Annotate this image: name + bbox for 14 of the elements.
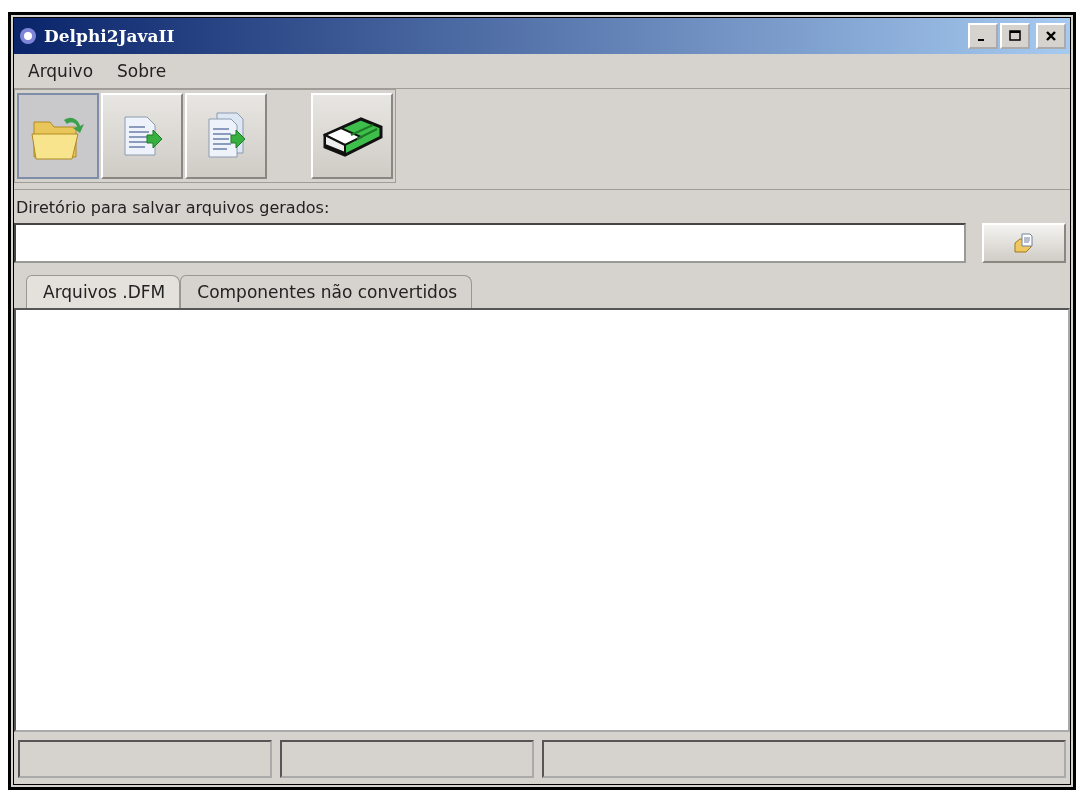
tab[interactable]: Arquivos .DFM <box>26 275 181 308</box>
browse-button[interactable] <box>982 223 1066 263</box>
close-icon <box>1045 30 1057 42</box>
menu-item[interactable]: Arquivo <box>18 59 104 83</box>
minimize-icon <box>978 39 984 41</box>
maximize-icon <box>1009 30 1021 42</box>
window-title: Delphi2JavaII <box>44 26 175 46</box>
folder-document-icon <box>1012 231 1036 255</box>
menu-item[interactable]: Sobre <box>107 59 177 83</box>
tab[interactable]: Componentes não convertidos <box>180 275 473 308</box>
maximize-button[interactable] <box>1000 23 1030 49</box>
close-button[interactable] <box>1036 23 1066 49</box>
directory-label: Diretório para salvar arquivos gerados: <box>16 198 331 217</box>
directory-field[interactable] <box>14 223 966 263</box>
